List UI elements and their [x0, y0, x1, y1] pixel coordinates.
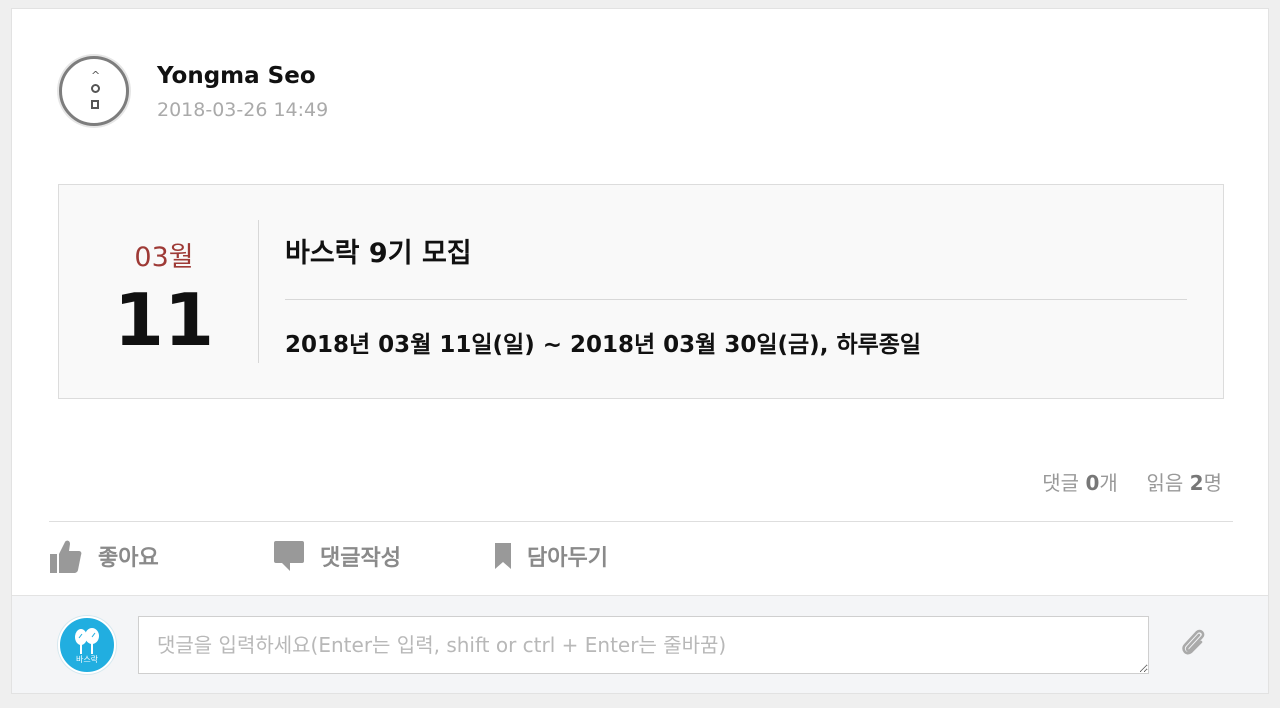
- like-button[interactable]: 좋아요: [50, 539, 159, 573]
- event-day: 11: [113, 278, 215, 362]
- reads-unit: 명: [1203, 471, 1222, 495]
- post-timestamp: 2018-03-26 14:49: [157, 99, 329, 121]
- reads-label: 읽음: [1146, 471, 1184, 495]
- post-stats: 댓글 0개 읽음 2명: [1042, 467, 1222, 496]
- event-month: 03월: [134, 242, 194, 273]
- commenter-logo-text: 바스락: [75, 655, 99, 664]
- save-button[interactable]: 담아두기: [495, 539, 608, 573]
- event-vertical-divider: [258, 220, 259, 363]
- avatar-caret-glyph: ^: [91, 69, 101, 82]
- reads-stat[interactable]: 읽음 2명: [1147, 471, 1223, 495]
- commenter-avatar[interactable]: 바스락: [58, 616, 116, 674]
- trees-logo-icon: [75, 628, 99, 654]
- save-label: 담아두기: [527, 546, 608, 571]
- post-card: ^ Yongma Seo 2018-03-26 14:49 03월 11 바스락…: [11, 8, 1269, 694]
- comment-footer: 바스락: [12, 595, 1268, 693]
- event-title: 바스락 9기 모집: [285, 238, 472, 269]
- actions-divider: [49, 521, 1233, 522]
- paperclip-icon[interactable]: [1180, 628, 1208, 658]
- bookmark-icon: [495, 543, 511, 569]
- comments-stat[interactable]: 댓글 0개: [1042, 471, 1118, 495]
- event-card[interactable]: 03월 11 바스락 9기 모집 2018년 03월 11일(일) ~ 2018…: [58, 184, 1224, 399]
- write-comment-label: 댓글작성: [320, 546, 401, 571]
- speech-bubble-icon: [274, 541, 304, 571]
- event-date-range: 2018년 03월 11일(일) ~ 2018년 03월 30일(금), 하루종…: [285, 332, 922, 358]
- comments-count: 0: [1085, 471, 1100, 495]
- comments-label: 댓글: [1042, 471, 1080, 495]
- author-name[interactable]: Yongma Seo: [157, 63, 316, 89]
- reads-count: 2: [1189, 471, 1204, 495]
- avatar-square-glyph: [91, 100, 99, 109]
- author-avatar[interactable]: ^: [59, 56, 129, 126]
- comment-input[interactable]: [138, 616, 1149, 674]
- comments-unit: 개: [1099, 471, 1118, 495]
- like-label: 좋아요: [98, 546, 159, 571]
- write-comment-button[interactable]: 댓글작성: [274, 539, 401, 573]
- event-horizontal-divider: [285, 299, 1187, 300]
- avatar-circle-glyph: [91, 84, 100, 93]
- thumbs-up-icon: [50, 540, 82, 573]
